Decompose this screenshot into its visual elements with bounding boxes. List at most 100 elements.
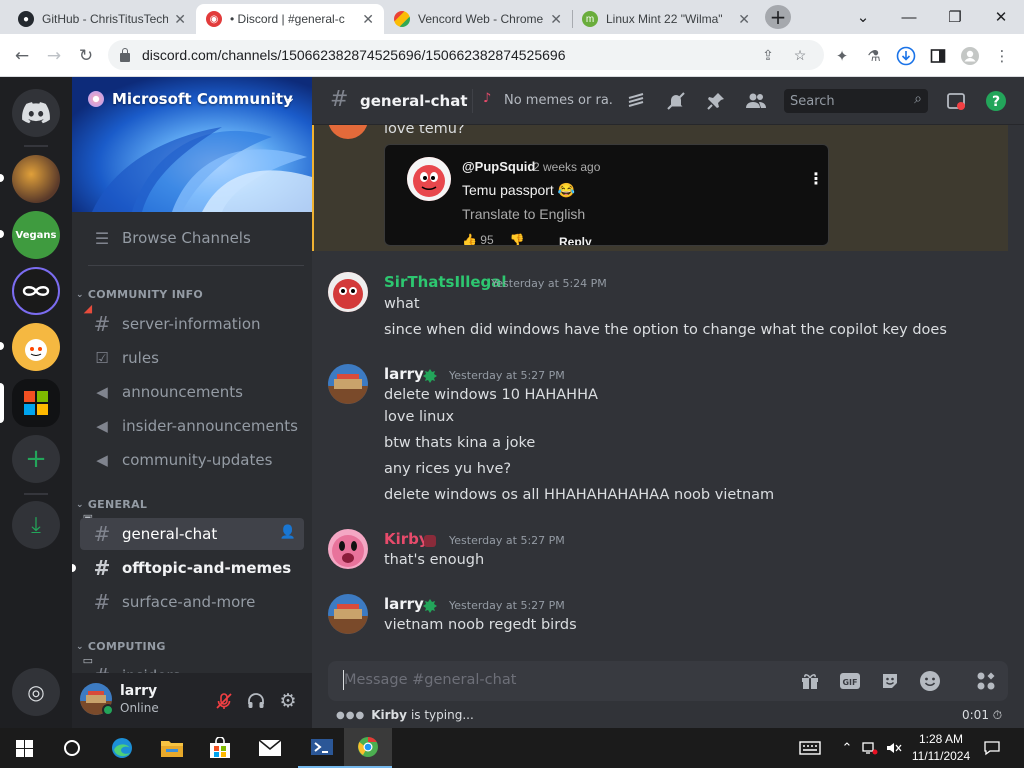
tab-search-button[interactable]: ⌄ <box>840 4 886 30</box>
server-icon[interactable] <box>12 155 60 203</box>
pin-icon[interactable] <box>704 89 728 113</box>
puzzle-icon[interactable]: ✦ <box>828 42 856 70</box>
input-indicator-icon[interactable] <box>796 728 824 768</box>
share-icon[interactable]: ⇪ <box>756 40 780 70</box>
category-community-info[interactable]: ⌄ ◢ COMMUNITY INFO <box>76 288 203 315</box>
message-author[interactable]: larry <box>384 595 424 613</box>
emoji-icon[interactable] <box>918 669 942 693</box>
avatar[interactable] <box>328 594 368 634</box>
server-rail: Vegans + ⤓ ◎ <box>0 77 72 728</box>
channel-topic[interactable]: No memes or ra... <box>504 93 612 108</box>
new-tab-button[interactable]: + <box>765 5 791 29</box>
avatar[interactable] <box>328 529 368 569</box>
channel-announcements[interactable]: ◀ announcements <box>80 376 304 408</box>
avatar[interactable] <box>328 272 368 312</box>
inbox-icon[interactable] <box>944 89 968 113</box>
thumbs-down-icon: 👎 <box>509 233 525 246</box>
edge-icon[interactable] <box>98 728 146 768</box>
add-server-button[interactable]: + <box>12 435 60 483</box>
server-icon[interactable] <box>12 323 60 371</box>
channel-insider-announcements[interactable]: ◀ insider-announcements <box>80 410 304 442</box>
message-composer[interactable]: Message #general-chat GIF <box>328 661 1008 701</box>
youtube-comment-embed[interactable]: @PupSquid 2 weeks ago Temu passport 😂 Tr… <box>384 144 829 246</box>
server-name[interactable]: Microsoft Community <box>88 90 293 108</box>
members-icon[interactable] <box>744 89 768 113</box>
volume-muted-icon[interactable] <box>884 728 904 768</box>
sticker-icon[interactable] <box>878 669 902 693</box>
server-icon[interactable] <box>12 267 60 315</box>
avatar[interactable] <box>328 364 368 404</box>
windows-taskbar: ⌃ 1:28 AM 11/11/2024 <box>0 728 1024 768</box>
download-icon[interactable] <box>892 42 920 70</box>
embed-translate[interactable]: Translate to English <box>462 206 585 222</box>
gear-icon[interactable]: ⚙ <box>272 685 304 717</box>
sidepanel-icon[interactable] <box>924 42 952 70</box>
headphones-icon[interactable] <box>240 685 272 717</box>
forward-button[interactable]: → <box>40 42 68 70</box>
chevron-down-icon[interactable]: ⌄ <box>284 90 296 106</box>
reload-button[interactable]: ↻ <box>72 42 100 70</box>
notification-icon[interactable] <box>980 728 1004 768</box>
profile-icon[interactable] <box>956 42 984 70</box>
add-member-icon[interactable]: 👤 <box>280 525 296 540</box>
search-input[interactable]: Search ⌕ <box>784 89 928 113</box>
like-count[interactable]: 👍 95 👎 <box>462 233 525 246</box>
star-icon[interactable]: ☆ <box>788 40 812 70</box>
close-icon[interactable]: ✕ <box>738 11 750 28</box>
terminal-icon[interactable] <box>298 728 346 768</box>
apps-icon[interactable] <box>972 665 1000 697</box>
explorer-icon[interactable] <box>148 728 196 768</box>
category-computing[interactable]: ⌄ ▭ COMPUTING <box>76 640 166 667</box>
kebab-icon[interactable]: ⋮ <box>988 42 1016 70</box>
gif-icon[interactable]: GIF <box>838 669 862 693</box>
tab-vencord[interactable]: Vencord Web - Chrome ✕ <box>384 4 572 34</box>
close-icon[interactable]: ✕ <box>174 11 186 28</box>
browse-channels[interactable]: ☰ Browse Channels <box>80 222 304 254</box>
embed-author: @PupSquid <box>462 159 536 174</box>
windows-start-icon[interactable] <box>0 728 48 768</box>
chevron-up-icon[interactable]: ⌃ <box>838 728 856 768</box>
taskbar-clock[interactable]: 1:28 AM 11/11/2024 <box>906 731 976 765</box>
home-button[interactable] <box>12 89 60 137</box>
embed-reply[interactable]: Reply <box>559 235 592 245</box>
tab-discord[interactable]: ◉ • Discord | #general-c ✕ <box>196 4 384 34</box>
channel-community-updates[interactable]: ◀ community-updates <box>80 444 304 476</box>
gift-icon[interactable] <box>798 669 822 693</box>
kebab-icon[interactable]: ⋮ <box>808 169 824 188</box>
close-window-button[interactable]: ✕ <box>978 4 1024 30</box>
help-icon[interactable]: ? <box>984 89 1008 113</box>
back-button[interactable]: ← <box>8 42 36 70</box>
server-icon[interactable]: Vegans <box>12 211 60 259</box>
message-author[interactable]: SirThatsIllegal <box>384 273 507 291</box>
channel-surface-and-more[interactable]: # surface-and-more <box>80 586 304 618</box>
close-icon[interactable]: ✕ <box>362 11 374 28</box>
maximize-button[interactable]: ❐ <box>932 4 978 30</box>
minimize-button[interactable]: — <box>886 4 932 30</box>
channel-general-chat[interactable]: # general-chat 👤 <box>80 518 304 550</box>
search-circle-icon[interactable] <box>48 728 96 768</box>
channel-label: insider-announcements <box>122 417 298 435</box>
mic-muted-icon[interactable] <box>208 685 240 717</box>
close-icon[interactable]: ✕ <box>550 11 562 28</box>
username[interactable]: larry <box>120 683 157 699</box>
download-apps-button[interactable]: ⤓ <box>12 501 60 549</box>
server-name-text: Microsoft Community <box>112 90 293 108</box>
chrome-taskbar-icon[interactable] <box>344 728 392 768</box>
store-icon[interactable] <box>196 728 244 768</box>
channel-rules[interactable]: ☑ rules <box>80 342 304 374</box>
flask-icon[interactable]: ⚗ <box>860 42 888 70</box>
category-general[interactable]: ⌄▣ GENERAL <box>76 498 147 525</box>
message-author[interactable]: larry <box>384 365 424 383</box>
channel-server-information[interactable]: # server-information <box>80 308 304 340</box>
tab-github[interactable]: ● GitHub - ChrisTitusTech ✕ <box>8 4 196 34</box>
network-icon[interactable] <box>860 728 880 768</box>
badge-icon <box>423 599 437 613</box>
tab-linuxmint[interactable]: m Linux Mint 22 "Wilma" ✕ <box>572 4 760 34</box>
threads-icon[interactable] <box>624 89 648 113</box>
address-bar[interactable]: discord.com/channels/1506623828745256​96… <box>108 40 824 70</box>
discover-button[interactable]: ◎ <box>12 668 60 716</box>
mail-icon[interactable] <box>246 728 294 768</box>
channel-offtopic-and-memes[interactable]: # offtopic-and-memes <box>80 552 304 584</box>
server-icon-microsoft-community[interactable] <box>12 379 60 427</box>
mute-icon[interactable] <box>664 89 688 113</box>
